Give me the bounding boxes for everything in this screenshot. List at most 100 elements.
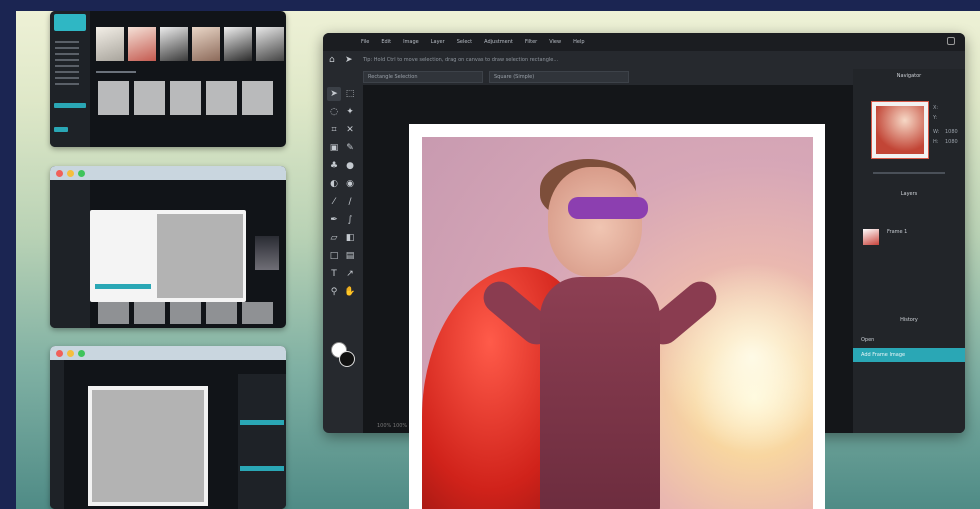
navigator-h-value: 1080 — [945, 139, 958, 145]
layer-item[interactable]: Frame 1 — [853, 225, 965, 247]
history-item-open[interactable]: Open — [853, 333, 965, 347]
navigator-thumbnail[interactable] — [871, 101, 929, 159]
dialog-ok-button[interactable] — [95, 284, 151, 289]
frame-template[interactable] — [134, 81, 165, 115]
cursor-icon[interactable]: ➤ — [345, 55, 353, 65]
sidebar-line — [55, 41, 79, 43]
section-label-line — [96, 71, 136, 73]
gallery-photo[interactable] — [128, 27, 156, 61]
frame-image-dialog[interactable] — [90, 210, 246, 302]
preview-window-editor[interactable] — [50, 346, 286, 509]
menu-edit[interactable]: Edit — [381, 39, 391, 45]
menu-filter[interactable]: Filter — [525, 39, 537, 45]
background-color-swatch[interactable] — [339, 351, 355, 367]
preview-canvas — [88, 386, 208, 506]
minimize-dot-icon — [67, 169, 74, 177]
close-dot-icon — [56, 349, 63, 357]
menu-view[interactable]: View — [549, 39, 561, 45]
smudge-tool-icon[interactable]: ∫ — [343, 213, 357, 227]
crop-tool-icon[interactable]: ⌗ — [327, 123, 341, 137]
preview-sidebar — [50, 180, 90, 328]
frame-tile[interactable] — [206, 302, 237, 324]
maximize-dot-icon — [78, 169, 85, 177]
sidebar-button[interactable] — [54, 103, 86, 108]
sidebar-small-button[interactable] — [54, 127, 68, 132]
purple-mask — [568, 197, 648, 219]
preview-sidebar — [50, 11, 90, 147]
brush-tool-icon[interactable]: ⁄ — [327, 195, 341, 209]
preview-selected-row — [240, 466, 284, 471]
slice-tool-icon[interactable]: ✕ — [343, 123, 357, 137]
frame-tile[interactable] — [134, 302, 165, 324]
frame-template[interactable] — [98, 81, 129, 115]
menu-adjustment[interactable]: Adjustment — [484, 39, 513, 45]
frame-tile[interactable] — [170, 302, 201, 324]
path-tool-icon[interactable]: ↗ — [343, 267, 357, 281]
promo-backdrop: File Edit Image Layer Select Adjustment … — [16, 11, 980, 509]
home-icon[interactable]: ⌂ — [329, 55, 335, 65]
sidebar-line — [55, 71, 79, 73]
selection-shape-select[interactable]: Square (Simple) — [489, 71, 629, 83]
zoom-tool-icon[interactable]: ⚲ — [327, 285, 341, 299]
wand-tool-icon[interactable]: ✦ — [343, 105, 357, 119]
menu-layer[interactable]: Layer — [431, 39, 445, 45]
frame-canvas[interactable] — [409, 124, 825, 509]
preview-titlebar — [50, 166, 286, 180]
preview-window-dialog[interactable] — [50, 166, 286, 328]
frame-tile[interactable] — [242, 302, 273, 324]
frame-template[interactable] — [242, 81, 273, 115]
app-logo — [54, 14, 86, 31]
sun-glow — [662, 257, 813, 457]
navigator-h-label: H: — [933, 139, 939, 145]
history-item-add-frame[interactable]: Add Frame Image — [853, 348, 965, 362]
lasso-tool-icon[interactable]: ◌ — [327, 105, 341, 119]
menu-select[interactable]: Select — [457, 39, 472, 45]
preview-window-gallery[interactable] — [50, 11, 286, 147]
hand-tool-icon[interactable]: ✋ — [343, 285, 357, 299]
bucket-tool-icon[interactable]: ▤ — [343, 249, 357, 263]
selection-mode-select[interactable]: Rectangle Selection — [363, 71, 483, 83]
rect-tool-icon[interactable]: □ — [327, 249, 341, 263]
blur-tool-icon[interactable]: ◉ — [343, 177, 357, 191]
navigator-w-value: 1080 — [945, 129, 958, 135]
history-title: History — [900, 317, 918, 323]
sidebar-line — [55, 65, 79, 67]
pen-tool-icon[interactable]: ✒ — [327, 213, 341, 227]
navigator-image — [876, 106, 924, 154]
menu-image[interactable]: Image — [403, 39, 419, 45]
eyedropper-tool-icon[interactable]: ✎ — [343, 141, 357, 155]
heal-tool-icon[interactable]: ● — [343, 159, 357, 173]
eraser-tool-icon[interactable]: ▱ — [327, 231, 341, 245]
sidebar-line — [55, 59, 79, 61]
gallery-photo[interactable] — [224, 27, 252, 61]
stamp-tool-icon[interactable]: ♣ — [327, 159, 341, 173]
preview-canvas-image — [92, 390, 204, 502]
close-dot-icon — [56, 169, 63, 177]
minimize-dot-icon — [67, 349, 74, 357]
sponge-tool-icon[interactable]: ◐ — [327, 177, 341, 191]
frame-template[interactable] — [206, 81, 237, 115]
sidebar-line — [55, 83, 79, 85]
frame-tile[interactable] — [98, 302, 129, 324]
maximize-dot-icon — [78, 349, 85, 357]
gallery-photo[interactable] — [192, 27, 220, 61]
pencil-tool-icon[interactable]: ∕ — [343, 195, 357, 209]
gallery-photo[interactable] — [160, 27, 188, 61]
gallery-photo[interactable] — [96, 27, 124, 61]
preview-selected-row — [240, 420, 284, 425]
gallery-photo[interactable] — [256, 27, 284, 61]
frame-template[interactable] — [170, 81, 201, 115]
shape-tool-icon[interactable]: ◧ — [343, 231, 357, 245]
marquee-tool-icon[interactable]: ⬚ — [343, 87, 357, 101]
text-tool-icon[interactable]: T — [327, 267, 341, 281]
fullscreen-icon[interactable] — [947, 37, 955, 45]
side-photo — [255, 236, 279, 270]
menu-help[interactable]: Help — [573, 39, 584, 45]
move-tool-icon[interactable]: ➤ — [327, 87, 341, 101]
frame-tool-icon[interactable]: ▣ — [327, 141, 341, 155]
sidebar-line — [55, 77, 79, 79]
navigator-y-label: Y: — [933, 115, 938, 121]
head — [548, 167, 642, 277]
menu-file[interactable]: File — [361, 39, 369, 45]
zoom-slider[interactable] — [873, 172, 945, 174]
